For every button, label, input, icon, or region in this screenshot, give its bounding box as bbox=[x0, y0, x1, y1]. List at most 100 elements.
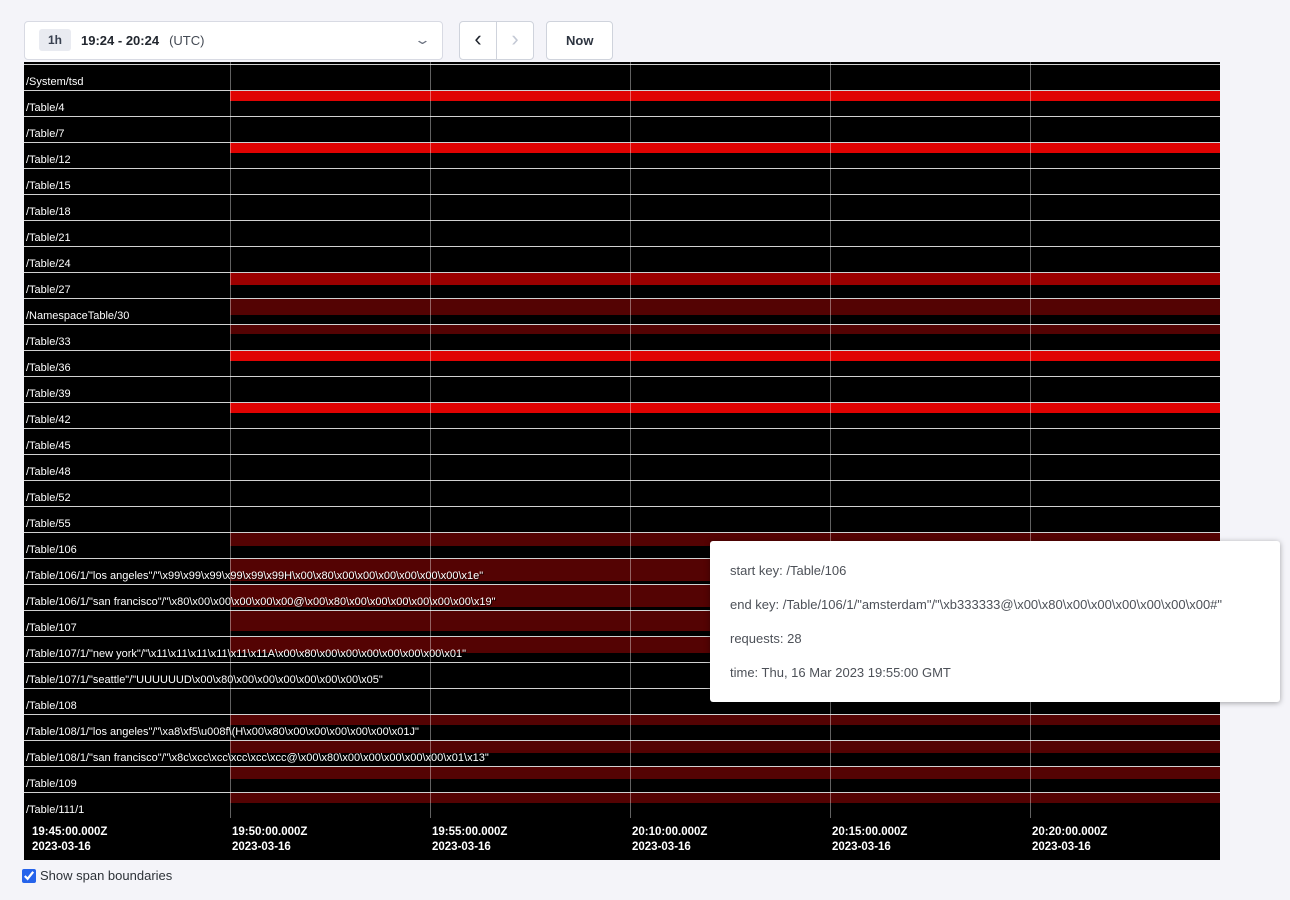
row-label: /Table/107/1/"seattle"/"UUUUUUD\x00\x80\… bbox=[26, 674, 383, 686]
heatmap-row[interactable]: /Table/12 bbox=[24, 142, 1220, 168]
row-label: /Table/106 bbox=[26, 544, 77, 556]
x-tick-date: 2023-03-16 bbox=[1032, 840, 1107, 855]
heatmap-row[interactable]: /Table/21 bbox=[24, 220, 1220, 246]
row-label: /Table/108/1/"san francisco"/"\x8c\xcc\x… bbox=[26, 752, 489, 764]
heatmap-row[interactable]: /Table/7 bbox=[24, 116, 1220, 142]
heatmap-row[interactable]: /Table/4 bbox=[24, 90, 1220, 116]
row-label: /Table/18 bbox=[26, 206, 71, 218]
key-visualizer-canvas[interactable]: /System/tsd/Table/4/Table/7/Table/12/Tab… bbox=[24, 62, 1220, 860]
time-range-select[interactable]: 1h 19:24 - 20:24 (UTC) ⌄ bbox=[24, 21, 443, 60]
time-range-chip: 1h bbox=[39, 29, 71, 51]
row-label: /Table/106/1/"los angeles"/"\x99\x99\x99… bbox=[26, 570, 483, 582]
heatmap-row[interactable]: /NamespaceTable/30 bbox=[24, 298, 1220, 324]
x-axis-tick: 19:45:00.000Z2023-03-16 bbox=[32, 825, 107, 855]
heat-band bbox=[230, 715, 1220, 725]
row-label: /Table/111/1 bbox=[26, 804, 84, 816]
heat-band bbox=[230, 91, 1220, 101]
x-axis-tick: 19:50:00.000Z2023-03-16 bbox=[232, 825, 307, 855]
tooltip: start key: /Table/106 end key: /Table/10… bbox=[710, 541, 1280, 702]
x-tick-time: 19:50:00.000Z bbox=[232, 825, 307, 840]
row-label: /Table/48 bbox=[26, 466, 71, 478]
row-label: /Table/7 bbox=[26, 128, 65, 140]
tooltip-start-key: start key: /Table/106 bbox=[730, 561, 1260, 580]
row-label: /Table/4 bbox=[26, 102, 65, 114]
row-label: /Table/107/1/"new york"/"\x11\x11\x11\x1… bbox=[26, 648, 466, 660]
heatmap-row[interactable]: /Table/27 bbox=[24, 272, 1220, 298]
heatmap-row[interactable]: /Table/111/1 bbox=[24, 792, 1220, 818]
prev-time-button[interactable]: ‹ bbox=[459, 21, 497, 60]
heatmap-row[interactable]: /Table/36 bbox=[24, 350, 1220, 376]
vertical-gridline bbox=[630, 62, 631, 818]
x-tick-date: 2023-03-16 bbox=[832, 840, 907, 855]
row-label: /Table/39 bbox=[26, 388, 71, 400]
heat-band bbox=[230, 403, 1220, 413]
heat-band bbox=[230, 351, 1220, 361]
heat-band bbox=[230, 767, 1220, 779]
heatmap-row[interactable]: /Table/48 bbox=[24, 454, 1220, 480]
x-tick-date: 2023-03-16 bbox=[32, 840, 107, 855]
heatmap-row[interactable]: /Table/45 bbox=[24, 428, 1220, 454]
row-label: /Table/21 bbox=[26, 232, 71, 244]
now-button[interactable]: Now bbox=[546, 21, 613, 60]
heatmap-row[interactable]: /Table/52 bbox=[24, 480, 1220, 506]
heat-band bbox=[230, 143, 1220, 153]
heatmap-row[interactable]: /Table/108/1/"san francisco"/"\x8c\xcc\x… bbox=[24, 740, 1220, 766]
x-tick-time: 20:20:00.000Z bbox=[1032, 825, 1107, 840]
span-boundaries-toggle: Show span boundaries bbox=[22, 868, 1290, 883]
toolbar: 1h 19:24 - 20:24 (UTC) ⌄ ‹ › Now bbox=[0, 0, 1290, 60]
heat-band bbox=[230, 299, 1220, 315]
row-label: /Table/42 bbox=[26, 414, 71, 426]
x-tick-time: 19:45:00.000Z bbox=[32, 825, 107, 840]
x-tick-time: 20:10:00.000Z bbox=[632, 825, 707, 840]
heatmap-row[interactable]: /Table/24 bbox=[24, 246, 1220, 272]
tooltip-requests: requests: 28 bbox=[730, 629, 1260, 648]
row-label: /Table/109 bbox=[26, 778, 77, 790]
x-tick-date: 2023-03-16 bbox=[232, 840, 307, 855]
x-axis-tick: 20:20:00.000Z2023-03-16 bbox=[1032, 825, 1107, 855]
heatmap-row[interactable]: /Table/55 bbox=[24, 506, 1220, 532]
row-label: /Table/108 bbox=[26, 700, 77, 712]
x-tick-date: 2023-03-16 bbox=[632, 840, 707, 855]
chevron-right-icon: › bbox=[511, 28, 518, 50]
row-label: /Table/45 bbox=[26, 440, 71, 452]
vertical-gridline bbox=[830, 62, 831, 818]
heatmap-row[interactable]: /Table/33 bbox=[24, 324, 1220, 350]
row-label: /Table/15 bbox=[26, 180, 71, 192]
tooltip-time: time: Thu, 16 Mar 2023 19:55:00 GMT bbox=[730, 663, 1260, 682]
row-label: /Table/55 bbox=[26, 518, 71, 530]
next-time-button[interactable]: › bbox=[496, 21, 534, 60]
heatmap-row[interactable]: /Table/15 bbox=[24, 168, 1220, 194]
heatmap-row[interactable]: /Table/109 bbox=[24, 766, 1220, 792]
vertical-gridline bbox=[230, 62, 231, 818]
vertical-gridline bbox=[1030, 62, 1031, 818]
heatmap-row[interactable]: /Table/39 bbox=[24, 376, 1220, 402]
row-label: /Table/107 bbox=[26, 622, 77, 634]
row-label: /Table/33 bbox=[26, 336, 71, 348]
x-axis-tick: 19:55:00.000Z2023-03-16 bbox=[432, 825, 507, 855]
row-label: /Table/27 bbox=[26, 284, 71, 296]
heatmap-row[interactable]: /Table/108/1/"los angeles"/"\xa8\xf5\u00… bbox=[24, 714, 1220, 740]
heat-band bbox=[230, 325, 1220, 334]
time-nav-group: ‹ › bbox=[459, 21, 534, 60]
vertical-gridline bbox=[430, 62, 431, 818]
span-boundaries-label: Show span boundaries bbox=[40, 868, 172, 883]
x-tick-time: 20:15:00.000Z bbox=[832, 825, 907, 840]
heatmap-row[interactable]: /Table/42 bbox=[24, 402, 1220, 428]
row-label: /Table/36 bbox=[26, 362, 71, 374]
row-label: /NamespaceTable/30 bbox=[26, 310, 129, 322]
span-boundaries-checkbox[interactable] bbox=[22, 869, 36, 883]
row-label: /Table/12 bbox=[26, 154, 71, 166]
tooltip-end-key: end key: /Table/106/1/"amsterdam"/"\xb33… bbox=[730, 595, 1260, 614]
heatmap-row[interactable]: /System/tsd bbox=[24, 64, 1220, 90]
chevron-left-icon: ‹ bbox=[474, 28, 481, 50]
row-label: /Table/108/1/"los angeles"/"\xa8\xf5\u00… bbox=[26, 726, 419, 738]
x-tick-time: 19:55:00.000Z bbox=[432, 825, 507, 840]
heat-band bbox=[230, 273, 1220, 285]
x-axis-tick: 20:10:00.000Z2023-03-16 bbox=[632, 825, 707, 855]
row-label: /System/tsd bbox=[26, 76, 83, 88]
heatmap-row[interactable]: /Table/18 bbox=[24, 194, 1220, 220]
timezone-label: (UTC) bbox=[169, 33, 204, 48]
heat-band bbox=[230, 793, 1220, 803]
time-range-label: 19:24 - 20:24 bbox=[81, 33, 159, 48]
row-label: /Table/24 bbox=[26, 258, 71, 270]
